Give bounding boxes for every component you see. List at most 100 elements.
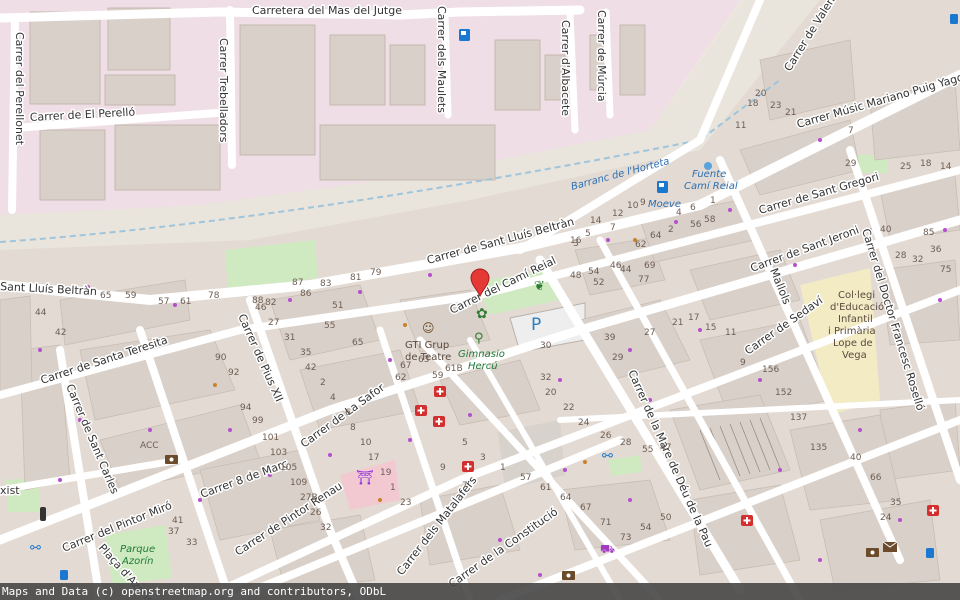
- house-number: 26: [310, 508, 322, 518]
- bank-icon[interactable]: [165, 455, 178, 464]
- map-svg: Carretera del Mas del Jutge Carrer del P…: [0, 0, 960, 600]
- house-number: 14: [590, 216, 602, 226]
- bank-icon[interactable]: [562, 571, 575, 580]
- house-number: 73: [620, 533, 631, 543]
- pharmacy-icon[interactable]: [462, 461, 474, 472]
- house-number: 8: [350, 423, 356, 433]
- house-number: 87: [292, 278, 303, 288]
- bus-icon[interactable]: [950, 14, 958, 24]
- house-number: 18: [920, 159, 932, 169]
- atm-icon[interactable]: [40, 507, 46, 521]
- water-icon[interactable]: [704, 162, 712, 170]
- bus-icon[interactable]: [926, 548, 934, 558]
- house-number: 28: [620, 438, 632, 448]
- fuel-icon[interactable]: [459, 29, 470, 41]
- house-number: 64: [650, 231, 662, 241]
- house-number: 21: [785, 108, 796, 118]
- house-number: 32: [912, 255, 923, 265]
- parking-label: P: [531, 315, 541, 335]
- house-number: 59: [432, 371, 444, 381]
- house-number: 54: [588, 267, 600, 277]
- house-number: 103: [270, 448, 287, 458]
- house-number: 21: [672, 318, 683, 328]
- house-number: 14: [940, 162, 952, 172]
- house-number: 101: [262, 433, 279, 443]
- theatre-label: GTI Grup: [405, 340, 449, 351]
- street-label: Carrer d'Albacete: [559, 20, 572, 116]
- tree-icon[interactable]: ❦: [534, 279, 545, 294]
- house-number: 63: [418, 355, 429, 365]
- house-number: 4: [330, 393, 336, 403]
- house-number: 29: [612, 353, 624, 363]
- theatre-icon[interactable]: ☺: [422, 321, 435, 335]
- map-canvas[interactable]: Carretera del Mas del Jutge Carrer del P…: [0, 0, 960, 600]
- bank-icon[interactable]: [866, 548, 879, 557]
- bus-icon[interactable]: [60, 570, 68, 580]
- house-number: 6: [690, 203, 696, 213]
- house-number: 55: [642, 445, 653, 455]
- house-number: 81: [350, 273, 361, 283]
- house-number: 32: [320, 523, 331, 533]
- gym-label: Hercú: [468, 360, 498, 372]
- school-label: Vega: [842, 350, 867, 361]
- house-number: 23: [770, 101, 781, 111]
- house-number: 22: [563, 403, 574, 413]
- dog-park-icon[interactable]: ✿: [476, 306, 488, 322]
- house-number: 18: [747, 99, 759, 109]
- fitness-icon[interactable]: ⚲: [474, 331, 484, 346]
- street-label: xist: [0, 484, 20, 497]
- house-number: 9: [740, 358, 746, 368]
- pharmacy-icon[interactable]: [927, 505, 939, 516]
- acc-label: ACC: [140, 441, 159, 451]
- house-number: 61: [540, 483, 551, 493]
- house-number: 1: [390, 483, 396, 493]
- house-number: 92: [228, 368, 239, 378]
- house-number: 156: [762, 365, 779, 375]
- house-number: 6: [345, 408, 351, 418]
- street-label: Carrer de Múrcia: [595, 10, 608, 102]
- house-number: 86: [300, 289, 312, 299]
- pharmacy-icon[interactable]: [415, 405, 427, 416]
- street-label: Carrer dels Maulets: [435, 6, 448, 113]
- fuel-icon[interactable]: [657, 181, 668, 193]
- house-number: 61: [180, 297, 191, 307]
- house-number: 44: [35, 308, 47, 318]
- school-label: Lope de: [833, 338, 873, 349]
- bicycle-icon[interactable]: ⚯: [602, 449, 613, 464]
- house-number: 7: [848, 126, 854, 136]
- house-number: 1: [710, 196, 716, 206]
- house-number: 62: [395, 373, 406, 383]
- house-number: 152: [775, 388, 792, 398]
- house-number: 36: [930, 245, 942, 255]
- house-number: 30: [540, 341, 552, 351]
- house-number: 4: [676, 208, 682, 218]
- house-number: 15: [705, 323, 716, 333]
- house-number: 51: [332, 301, 343, 311]
- playground-icon[interactable]: ⛩: [356, 470, 374, 486]
- pharmacy-icon[interactable]: [433, 416, 445, 427]
- house-number: 37: [168, 527, 179, 537]
- house-number: 35: [300, 348, 311, 358]
- house-number: 2: [320, 378, 326, 388]
- house-number: 32: [540, 373, 551, 383]
- school-label: d'Educació: [830, 301, 884, 313]
- pharmacy-icon[interactable]: [741, 515, 753, 526]
- house-number: 17: [368, 453, 379, 463]
- bicycle-icon[interactable]: ⚯: [30, 541, 41, 556]
- house-number: 3: [573, 239, 579, 249]
- house-number: 5: [585, 229, 591, 239]
- house-number: 57: [158, 297, 169, 307]
- house-number: 31: [284, 333, 295, 343]
- pharmacy-icon[interactable]: [434, 386, 446, 397]
- house-number: 47: [660, 443, 671, 453]
- house-number: 5: [462, 438, 468, 448]
- house-number: 1: [500, 463, 506, 473]
- shop-icon[interactable]: ⛟: [600, 542, 615, 556]
- post-icon[interactable]: [882, 541, 898, 552]
- map-attribution: Maps and Data (c) openstreetmap.org and …: [0, 583, 960, 600]
- house-number: 39: [604, 333, 616, 343]
- house-number: 41: [172, 516, 183, 526]
- house-number: 7: [610, 223, 616, 233]
- house-number: 27: [268, 318, 279, 328]
- house-number: 33: [186, 538, 197, 548]
